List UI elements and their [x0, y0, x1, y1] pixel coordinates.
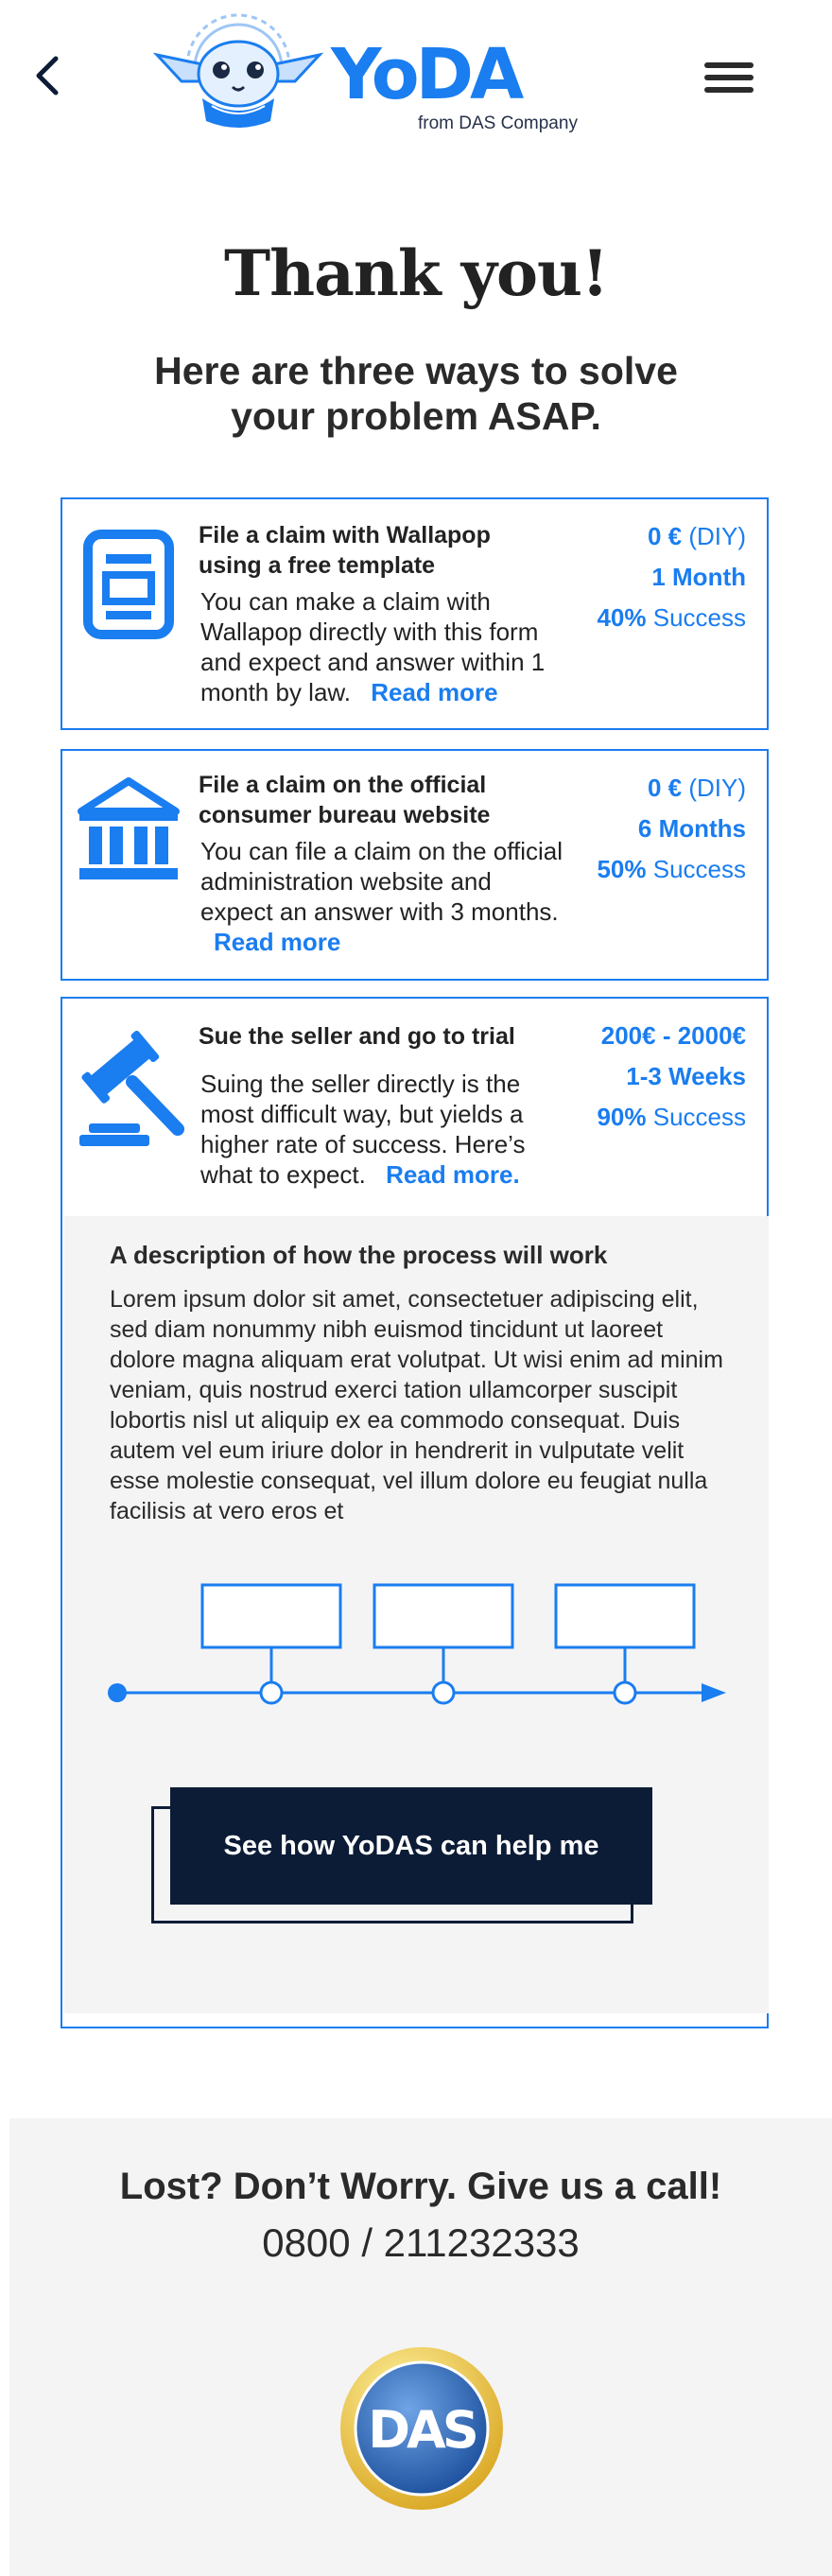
option-stats: 0 € (DIY) 1 Month 40% Success	[597, 516, 746, 638]
chevron-left-icon	[36, 56, 59, 96]
back-button[interactable]	[26, 55, 68, 96]
timeline-box	[554, 1583, 696, 1649]
duration-stat: 1 Month	[651, 563, 746, 591]
process-timeline	[108, 1583, 726, 1705]
timeline-start	[108, 1683, 127, 1702]
option-card-trial: Sue the seller and go to trial Suing the…	[61, 997, 769, 2028]
timeline-step	[613, 1680, 637, 1705]
logo-wordmark: YoDA	[331, 34, 524, 115]
success-stat: 50% Success	[597, 849, 746, 890]
process-description-panel: A description of how the process will wo…	[64, 1216, 769, 2013]
yoda-mascot-icon	[153, 13, 323, 128]
cost-note: (DIY)	[688, 522, 746, 550]
success-stat: 40% Success	[597, 598, 746, 638]
success-rate: 50%	[597, 855, 647, 883]
page-title: Thank you!	[224, 236, 609, 310]
option-description: You can file a claim on the official adm…	[200, 836, 564, 957]
timeline-arrow-icon	[702, 1683, 726, 1702]
option-description: Suing the seller directly is the most di…	[200, 1069, 564, 1190]
success-stat: 90% Success	[597, 1097, 746, 1138]
phone-number-link[interactable]: 0800 / 211232333	[9, 2220, 832, 2266]
das-logo: DAS	[340, 2347, 503, 2510]
cost-value: 0 €	[647, 522, 683, 550]
app-header: YoDA from DAS Company	[0, 0, 832, 161]
read-more-link[interactable]: Read more	[214, 928, 340, 956]
process-body: Lorem ipsum dolor sit amet, consectetuer…	[110, 1286, 723, 1524]
option-title: Sue the seller and go to trial	[199, 1023, 515, 1050]
success-label: Success	[652, 1103, 746, 1131]
page-subtitle: Here are three ways to solve your proble…	[154, 349, 678, 438]
cost-note: (DIY)	[688, 774, 746, 802]
read-more-link[interactable]: Read more.	[386, 1160, 520, 1189]
das-logo-text: DAS	[368, 2400, 476, 2460]
option-card-template: File a claim with Wallapop using a free …	[61, 497, 769, 730]
option-card-consumer-bureau: File a claim on the official consumer bu…	[61, 749, 769, 981]
document-template-icon	[83, 530, 174, 639]
cost-stat: 0 € (DIY)	[597, 768, 746, 809]
duration-stat: 1-3 Weeks	[626, 1062, 746, 1090]
cost-value: 0 €	[647, 774, 683, 802]
contact-footer: Lost? Don’t Worry. Give us a call! 0800 …	[9, 2118, 832, 2576]
success-rate: 90%	[597, 1103, 647, 1131]
logo-subtitle: from DAS Company	[418, 113, 578, 133]
success-label: Success	[652, 855, 746, 883]
option-stats: 200€ - 2000€ 1-3 Weeks 90% Success	[597, 1016, 746, 1138]
menu-icon-bar	[704, 62, 754, 68]
read-more-link[interactable]: Read more	[371, 678, 497, 706]
timeline-step	[431, 1680, 456, 1705]
yoda-logo[interactable]: YoDA from DAS Company	[153, 11, 588, 138]
cost-stat: 200€ - 2000€	[600, 1021, 746, 1050]
government-building-icon	[78, 777, 180, 879]
menu-icon-bar	[704, 75, 754, 80]
hamburger-menu-button[interactable]	[702, 59, 756, 96]
menu-icon-bar	[704, 87, 754, 93]
success-label: Success	[652, 603, 746, 632]
duration-stat: 6 Months	[637, 814, 746, 843]
timeline-box	[373, 1583, 514, 1649]
option-stats: 0 € (DIY) 6 Months 50% Success	[597, 768, 746, 890]
option-description-text: You can file a claim on the official adm…	[200, 837, 563, 926]
see-how-yodas-can-help-button[interactable]: See how YoDAS can help me	[170, 1787, 652, 1905]
footer-title: Lost? Don’t Worry. Give us a call!	[119, 2166, 722, 2207]
cost-stat: 0 € (DIY)	[597, 516, 746, 557]
option-title: File a claim with Wallapop using a free …	[199, 522, 491, 579]
option-title: File a claim on the official consumer bu…	[199, 772, 491, 828]
timeline-step	[259, 1680, 284, 1705]
timeline-box	[200, 1583, 342, 1649]
option-description: You can make a claim with Wallapop direc…	[200, 586, 564, 707]
process-title: A description of how the process will wo…	[110, 1241, 608, 1269]
success-rate: 40%	[597, 603, 647, 632]
gavel-icon	[79, 1031, 184, 1146]
